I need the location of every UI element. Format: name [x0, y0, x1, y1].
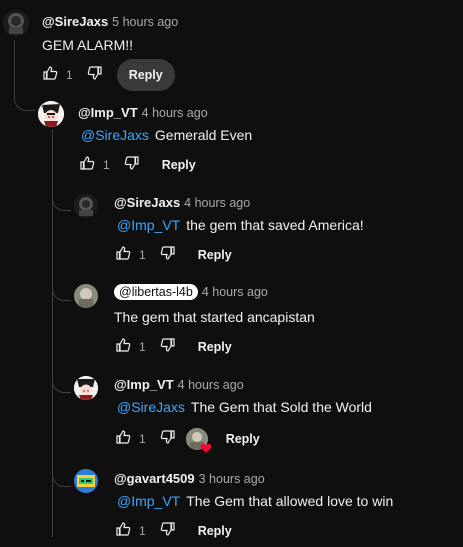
thread-line: [14, 40, 15, 96]
like-count: 1: [139, 432, 146, 446]
thread-elbow: [52, 472, 71, 487]
creator-heart-badge: [185, 428, 212, 453]
reply-button[interactable]: Reply: [116, 59, 175, 91]
author-name[interactable]: @Imp_VT: [78, 105, 138, 120]
thumbs-up-icon[interactable]: [115, 429, 131, 450]
avatar[interactable]: [3, 10, 29, 36]
like-count: 1: [139, 248, 146, 262]
reply-button[interactable]: Reply: [226, 432, 260, 446]
avatar[interactable]: [74, 376, 98, 400]
like-count: 1: [139, 340, 146, 354]
timestamp[interactable]: 4 hours ago: [202, 285, 268, 299]
comment-text: The Gem that allowed love to win: [186, 493, 394, 509]
thumbs-up-icon[interactable]: [42, 65, 58, 86]
author-name[interactable]: @Imp_VT: [114, 377, 174, 392]
mention-link[interactable]: @Imp_VT: [117, 493, 180, 509]
mention-link[interactable]: @SireJaxs: [117, 399, 185, 415]
timestamp[interactable]: 4 hours ago: [142, 106, 208, 120]
thumbs-down-icon[interactable]: [160, 337, 176, 358]
reply-button[interactable]: Reply: [162, 158, 196, 172]
author-name[interactable]: @libertas-l4b: [114, 284, 198, 300]
mention-link[interactable]: @Imp_VT: [117, 217, 180, 233]
timestamp[interactable]: 4 hours ago: [184, 196, 250, 210]
thumbs-down-icon[interactable]: [124, 155, 140, 176]
thumbs-down-icon[interactable]: [160, 521, 176, 542]
thread-elbow: [14, 96, 35, 111]
thumbs-up-icon[interactable]: [115, 245, 131, 266]
thumbs-down-icon[interactable]: [160, 429, 176, 450]
author-name[interactable]: @SireJaxs: [114, 195, 180, 210]
avatar[interactable]: [74, 284, 98, 308]
thumbs-down-icon[interactable]: [87, 65, 103, 86]
comment-text: The gem that started ancapistan: [114, 309, 315, 325]
author-name[interactable]: @gavart4509: [114, 471, 195, 486]
comment-text: the gem that saved America!: [186, 217, 364, 233]
thumbs-up-icon[interactable]: [79, 155, 95, 176]
author-name[interactable]: @SireJaxs: [42, 14, 108, 29]
thumbs-down-icon[interactable]: [160, 245, 176, 266]
avatar[interactable]: [38, 101, 64, 127]
mention-link[interactable]: @SireJaxs: [81, 127, 149, 143]
thread-elbow: [52, 378, 71, 393]
like-count: 1: [139, 524, 146, 538]
heart-icon: [200, 443, 212, 453]
timestamp[interactable]: 3 hours ago: [199, 472, 265, 486]
reply-button[interactable]: Reply: [198, 248, 232, 262]
reply-button[interactable]: Reply: [198, 524, 232, 538]
thumbs-up-icon[interactable]: [115, 337, 131, 358]
avatar[interactable]: [74, 469, 98, 493]
like-count: 1: [66, 68, 73, 82]
reply-button[interactable]: Reply: [198, 340, 232, 354]
avatar[interactable]: [74, 194, 98, 218]
comment-text: The Gem that Sold the World: [190, 399, 372, 415]
timestamp[interactable]: 4 hours ago: [178, 378, 244, 392]
comment-text: GEM ALARM!!: [42, 37, 134, 53]
comment-text: Gemerald Even: [154, 127, 253, 143]
like-count: 1: [103, 158, 110, 172]
thumbs-up-icon[interactable]: [115, 521, 131, 542]
timestamp[interactable]: 5 hours ago: [112, 15, 178, 29]
thread-elbow: [52, 286, 71, 301]
thread-elbow: [52, 196, 71, 211]
